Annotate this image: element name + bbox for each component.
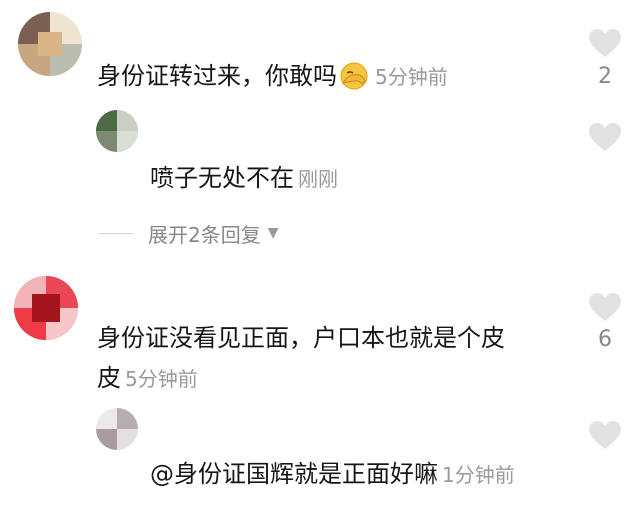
heart-icon — [589, 29, 621, 57]
avatar-reply-1[interactable] — [96, 110, 138, 152]
expand-replies-label: 展开2条回复 — [148, 222, 261, 247]
comment-1-time: 5分钟前 — [375, 65, 448, 89]
heart-icon — [589, 421, 621, 449]
like-button-reply-2[interactable] — [588, 420, 622, 450]
like-button-comment-2[interactable] — [588, 292, 622, 322]
reply-1-time: 刚刚 — [298, 167, 338, 191]
chevron-down-icon: ▼ — [267, 225, 279, 241]
comment-1-body: 身份证转过来，你敢吗 — [97, 62, 337, 90]
heart-icon — [589, 123, 621, 151]
comment-2-time: 5分钟前 — [125, 367, 198, 391]
expand-replies-button[interactable]: 展开2条回复 ▼ — [98, 218, 279, 248]
heart-icon — [589, 293, 621, 321]
comment-2-text: 身份证没看见正面，户口本也就是个皮 皮 5分钟前 — [97, 318, 567, 399]
reply-2-text: @身份证国辉就是正面好嘛 1分钟前 — [150, 454, 515, 495]
avatar-comment-1[interactable] — [18, 12, 82, 76]
avatar-comment-2[interactable] — [14, 276, 78, 340]
reply-2-time: 1分钟前 — [442, 463, 515, 487]
comment-2-body-cont: 皮 — [97, 364, 121, 392]
reply-1-text: 喷子无处不在 刚刚 — [150, 158, 338, 199]
avatar-reply-2[interactable] — [96, 408, 138, 450]
reply-2-body: @身份证国辉就是正面好嘛 — [150, 460, 438, 488]
comment-2-body: 身份证没看见正面，户口本也就是个皮 — [97, 324, 505, 352]
comment-1-text: 身份证转过来，你敢吗 5分钟前 — [97, 56, 448, 103]
like-count-comment-1: 2 — [598, 64, 612, 89]
expand-divider — [98, 232, 134, 234]
facepalm-emoji-icon — [339, 61, 369, 103]
like-button-comment-1[interactable] — [588, 28, 622, 58]
like-button-reply-1[interactable] — [588, 122, 622, 152]
reply-1-body: 喷子无处不在 — [150, 164, 294, 192]
like-count-comment-2: 6 — [598, 327, 612, 352]
